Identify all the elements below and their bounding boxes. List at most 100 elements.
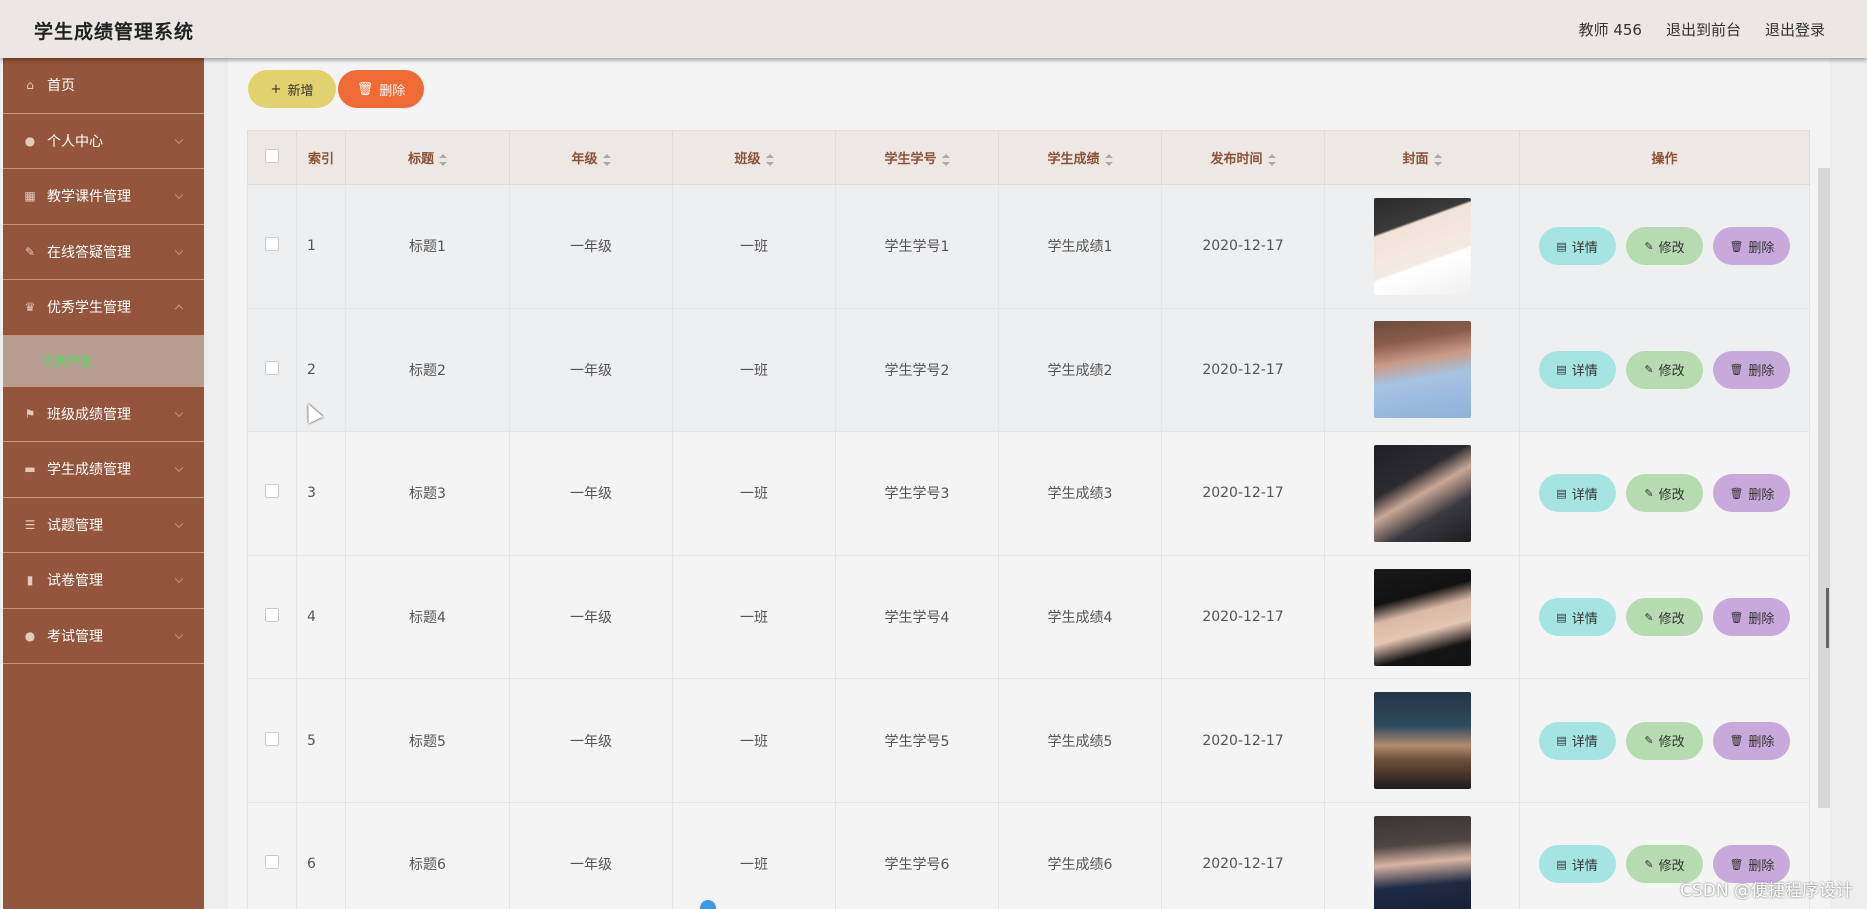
cell-student-no: 学生学号3 (835, 431, 999, 556)
col-title[interactable]: 标题 (345, 130, 510, 185)
cell-title: 标题1 (345, 184, 510, 309)
view-button[interactable]: ▤ 详情 (1538, 721, 1616, 760)
cell-student-no: 学生学号6 (835, 801, 999, 909)
view-button-label: 详情 (1571, 364, 1598, 380)
edit-button[interactable]: ✎ 修改 (1626, 598, 1703, 637)
edit-button[interactable]: ✎ 修改 (1626, 350, 1703, 389)
scrollbar-thumb[interactable] (1826, 588, 1829, 648)
add-button[interactable]: + 新增 (248, 70, 336, 108)
row-checkbox[interactable] (265, 484, 279, 499)
row-select-cell (247, 678, 297, 803)
col-date[interactable]: 发布时间 (1161, 130, 1325, 185)
cell-date: 2020-12-17 (1161, 554, 1325, 680)
cell-date: 2020-12-17 (1161, 184, 1325, 309)
batch-delete-button[interactable]: 🗑 删除 (338, 70, 424, 108)
cell-score: 学生成绩4 (998, 554, 1162, 680)
sort-icon[interactable] (941, 153, 950, 166)
sidebar-item-class-score[interactable]: ⚑ 班级成绩管理 (3, 387, 204, 442)
row-checkbox[interactable] (265, 731, 279, 746)
cell-cover (1324, 307, 1520, 433)
sidebar-item-student-score[interactable]: ▬ 学生成绩管理 (3, 442, 204, 498)
sidebar-item-label: 考试管理 (47, 628, 103, 645)
col-class[interactable]: 班级 (672, 130, 836, 185)
cell-grade: 一年级 (509, 554, 673, 680)
user-icon: ● (24, 628, 36, 643)
view-button[interactable]: ▤ 详情 (1538, 598, 1616, 637)
sidebar-item-questions[interactable]: ☰ 试题管理 (3, 498, 204, 553)
table-row: 4 标题4 一年级 一班 学生学号4 学生成绩4 2020-12-17 ▤ 详情 … (247, 554, 1810, 680)
delete-button-label: 删除 (379, 83, 406, 99)
row-select-cell (247, 554, 297, 680)
trash-icon: 🗑 (1729, 857, 1744, 871)
row-select-cell (247, 307, 297, 433)
cell-cover (1324, 184, 1520, 309)
table-row: 6 标题6 一年级 一班 学生学号6 学生成绩6 2020-12-17 ▤ 详情 … (247, 801, 1810, 909)
col-student-no[interactable]: 学生学号 (835, 130, 999, 185)
cell-title: 标题4 (345, 554, 510, 680)
sort-icon[interactable] (765, 153, 774, 166)
sidebar-item-courseware[interactable]: ▦ 教学课件管理 (3, 169, 204, 225)
user-icon: ● (24, 133, 36, 148)
col-cover[interactable]: 封面 (1324, 130, 1520, 185)
cell-grade: 一年级 (509, 678, 673, 803)
view-button[interactable]: ▤ 详情 (1538, 350, 1616, 389)
col-cover-label: 封面 (1402, 152, 1429, 167)
sidebar-item-label: 教学课件管理 (47, 189, 131, 206)
col-date-label: 发布时间 (1210, 152, 1263, 167)
view-button-label: 详情 (1571, 858, 1598, 874)
chevron-down-icon (174, 574, 184, 584)
sidebar-item-exams[interactable]: ● 考试管理 (3, 609, 204, 664)
cell-index: 6 (296, 801, 346, 909)
sidebar-item-papers[interactable]: ▮ 试卷管理 (3, 553, 204, 609)
blue-dot-indicator (700, 900, 716, 909)
sort-icon[interactable] (1433, 153, 1442, 166)
row-delete-button[interactable]: 🗑 删除 (1713, 227, 1791, 266)
edit-button[interactable]: ✎ 修改 (1626, 721, 1703, 760)
sidebar-item-home[interactable]: ⌂ 首页 (3, 58, 204, 114)
col-score[interactable]: 学生成绩 (998, 130, 1162, 185)
row-delete-button[interactable]: 🗑 删除 (1713, 721, 1791, 760)
sort-icon[interactable] (439, 153, 447, 166)
table-header-row: 索引 标题 年级 班级 学生学号 学生成绩 发布时间 封面 操作 (247, 130, 1810, 185)
bar-chart-icon: ▮ (26, 573, 34, 588)
edit-button[interactable]: ✎ 修改 (1626, 474, 1703, 513)
vertical-scrollbar[interactable] (1818, 168, 1830, 808)
cell-actions: ▤ 详情 ✎ 修改 🗑 删除 (1519, 678, 1810, 803)
cell-cover (1324, 554, 1520, 680)
row-checkbox[interactable] (265, 855, 279, 870)
data-table: 索引 标题 年级 班级 学生学号 学生成绩 发布时间 封面 操作 1 标题1 一… (247, 130, 1810, 909)
row-delete-button[interactable]: 🗑 删除 (1713, 350, 1791, 389)
back-to-front-link[interactable]: 退出到前台 (1666, 19, 1741, 40)
view-button[interactable]: ▤ 详情 (1538, 227, 1616, 266)
view-button-label: 详情 (1571, 735, 1598, 751)
sort-icon[interactable] (1104, 153, 1113, 166)
sort-icon[interactable] (602, 153, 611, 166)
col-class-label: 班级 (734, 152, 761, 167)
cell-score: 学生成绩2 (998, 307, 1162, 433)
row-delete-button-label: 删除 (1748, 364, 1775, 380)
row-checkbox[interactable] (265, 608, 279, 623)
cell-title: 标题3 (345, 431, 510, 556)
sidebar-item-excellent[interactable]: ♛ 优秀学生管理 (3, 280, 204, 336)
sidebar-item-personal[interactable]: ● 个人中心 (3, 114, 204, 169)
row-checkbox[interactable] (265, 360, 279, 375)
row-checkbox[interactable] (265, 237, 279, 252)
top-bar: 学生成绩管理系统 教师 456 退出到前台 退出登录 (0, 0, 1867, 58)
cell-class: 一班 (672, 307, 836, 433)
edit-button[interactable]: ✎ 修改 (1626, 227, 1703, 266)
sidebar-item-label: 学生成绩管理 (47, 462, 131, 479)
sidebar-subitem-excellent-students[interactable]: 优秀学生 (3, 335, 204, 387)
logout-link[interactable]: 退出登录 (1765, 19, 1825, 40)
home-icon: ⌂ (26, 78, 34, 93)
sort-icon[interactable] (1267, 153, 1276, 166)
sidebar-item-qa[interactable]: ✎ 在线答疑管理 (3, 225, 204, 280)
view-button[interactable]: ▤ 详情 (1538, 845, 1616, 884)
row-delete-button[interactable]: 🗑 删除 (1713, 474, 1791, 513)
row-delete-button-label: 删除 (1748, 240, 1775, 256)
col-grade[interactable]: 年级 (509, 130, 673, 185)
view-button[interactable]: ▤ 详情 (1538, 474, 1616, 513)
cell-score: 学生成绩1 (998, 184, 1162, 309)
row-delete-button[interactable]: 🗑 删除 (1713, 598, 1791, 637)
select-all-checkbox[interactable] (265, 148, 279, 163)
row-delete-button-label: 删除 (1748, 858, 1775, 874)
